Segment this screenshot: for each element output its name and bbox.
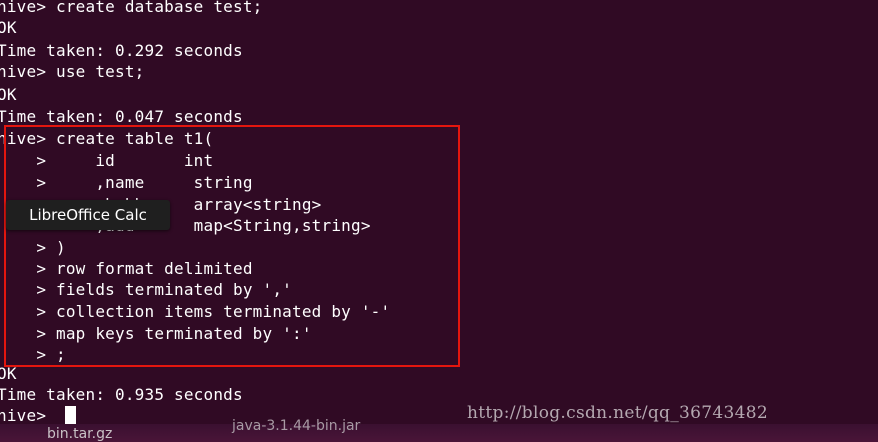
watermark: http://blog.csdn.net/qq_36743482 bbox=[467, 403, 768, 423]
terminal-window[interactable]: hive> create database test; OK Time take… bbox=[0, 0, 878, 442]
desktop-file-label[interactable]: java-3.1.44-bin.jar bbox=[232, 418, 360, 434]
terminal-cursor bbox=[65, 406, 76, 425]
highlight-box bbox=[4, 125, 460, 367]
terminal-prompt-line: hive> bbox=[0, 406, 56, 425]
desktop-file-label[interactable]: bin.tar.gz bbox=[47, 426, 112, 442]
terminal-line: hive> use test; bbox=[0, 62, 145, 81]
terminal-line: Time taken: 0.935 seconds bbox=[0, 385, 243, 404]
terminal-line: hive> create database test; bbox=[0, 0, 263, 16]
terminal-line: Time taken: 0.047 seconds bbox=[0, 107, 243, 126]
terminal-line: OK bbox=[0, 18, 17, 37]
launcher-tooltip: LibreOffice Calc bbox=[6, 200, 170, 230]
terminal-line: OK bbox=[0, 85, 17, 104]
desktop-strip bbox=[0, 424, 878, 442]
terminal-line: Time taken: 0.292 seconds bbox=[0, 41, 243, 60]
